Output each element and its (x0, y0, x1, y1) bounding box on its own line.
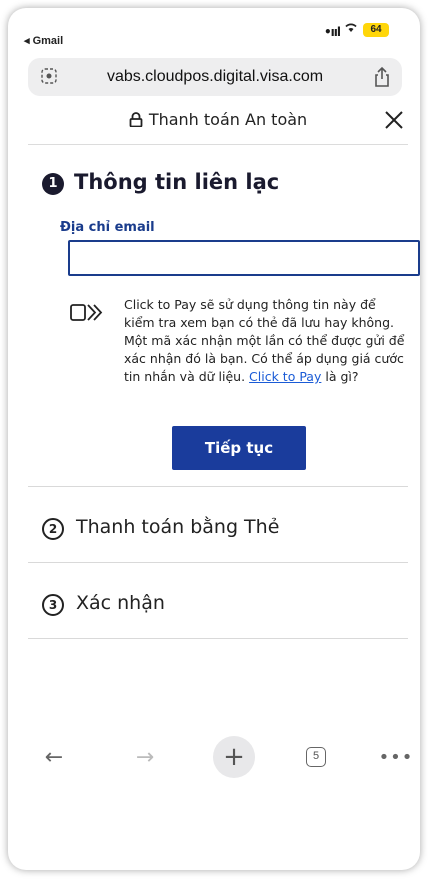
divider (28, 638, 408, 639)
secure-payment-label: Thanh toán An toàn (148, 110, 308, 129)
url-text[interactable]: vabs.cloudpos.digital.visa.com (68, 58, 362, 96)
browser-toolbar: ← → + 5 ••• (8, 736, 420, 786)
click-to-pay-link[interactable]: Click to Pay (249, 369, 321, 384)
more-menu-icon[interactable]: ••• (374, 736, 418, 780)
click-to-pay-info: Click to Pay sẽ sử dụng thông tin này để… (124, 296, 408, 386)
forward-arrow-icon[interactable]: → (123, 736, 167, 780)
wifi-icon (344, 21, 358, 37)
tabs-count-button[interactable]: 5 (306, 747, 326, 767)
click-to-pay-icon (70, 302, 106, 324)
signal-icon: •ııl (324, 25, 341, 39)
click-to-pay-info-suffix: là gì? (321, 369, 359, 384)
phone-screen: ◂ Gmail •ııl 64 vabs.cloudpos.digital.vi… (8, 8, 420, 870)
page-settings-icon[interactable] (40, 67, 58, 85)
secure-payment-header: Thanh toán An toàn (28, 100, 408, 145)
back-arrow-icon[interactable]: ← (32, 736, 76, 780)
back-to-gmail-link[interactable]: ◂ Gmail (24, 34, 63, 47)
step-3-label: Xác nhận (76, 592, 165, 614)
step-2-label: Thanh toán bằng Thẻ (76, 516, 280, 538)
continue-button[interactable]: Tiếp tục (172, 426, 306, 470)
email-input[interactable] (68, 240, 420, 276)
step-3-number: 3 (42, 594, 64, 616)
secure-payment-title: Thanh toán An toàn (28, 100, 408, 140)
step-1-number: 1 (42, 173, 64, 195)
lock-icon (129, 102, 143, 128)
email-label: Địa chỉ email (60, 220, 155, 235)
battery-indicator: 64 (363, 23, 389, 37)
close-icon[interactable] (384, 110, 404, 130)
step-2-number: 2 (42, 518, 64, 540)
address-bar[interactable]: vabs.cloudpos.digital.visa.com (28, 58, 402, 96)
step-1-title: Thông tin liên lạc (74, 170, 280, 194)
divider (28, 486, 408, 487)
status-bar: ◂ Gmail •ııl 64 (8, 8, 420, 52)
divider (28, 562, 408, 563)
share-icon[interactable] (372, 66, 392, 88)
new-tab-plus-icon[interactable]: + (213, 736, 255, 778)
